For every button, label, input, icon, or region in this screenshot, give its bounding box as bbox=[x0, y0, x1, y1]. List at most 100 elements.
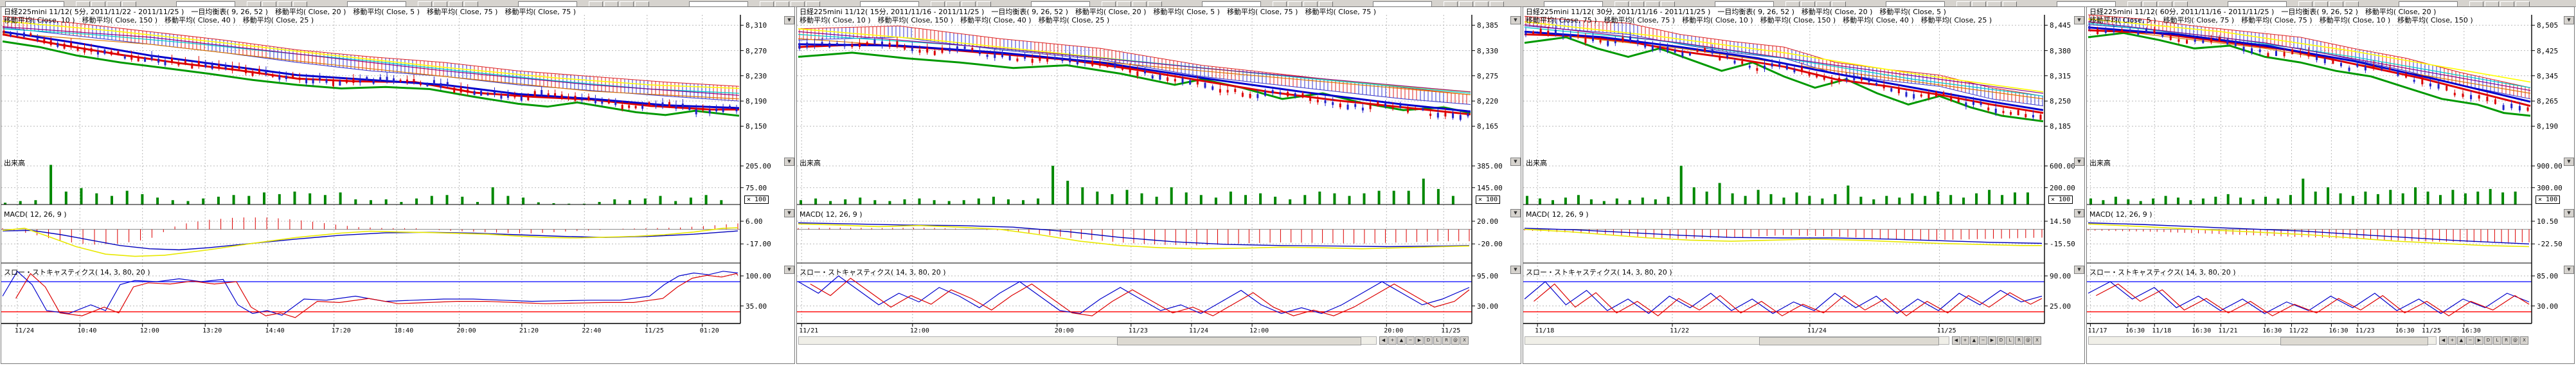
ma-purple-line bbox=[798, 32, 1471, 92]
volume-axis-label: 385.00 bbox=[1477, 162, 1503, 170]
chart-tool-button[interactable]: X bbox=[2033, 336, 2041, 345]
chart-tool-button[interactable]: X bbox=[2520, 336, 2528, 345]
chart-tool-button[interactable]: ▲ bbox=[2457, 336, 2465, 345]
chart-tool-button[interactable]: ▲ bbox=[1970, 336, 1978, 345]
chart-tool-button[interactable]: − bbox=[2466, 336, 2474, 345]
chart-tool-button[interactable]: ▲ bbox=[1397, 336, 1406, 345]
section-collapse-button[interactable]: ▼ bbox=[2074, 16, 2084, 24]
time-axis-label: 14:40 bbox=[265, 327, 285, 334]
chart-tool-button[interactable]: R bbox=[1442, 336, 1451, 345]
chart-tool-button[interactable]: ◀ bbox=[1379, 336, 1388, 345]
time-axis-label: 12:00 bbox=[140, 327, 159, 334]
candle-wicks-down bbox=[2089, 23, 2519, 113]
section-collapse-button[interactable]: ▼ bbox=[1510, 209, 1521, 217]
chart-tool-button[interactable]: @ bbox=[2024, 336, 2032, 345]
section-collapse-button[interactable]: ▼ bbox=[784, 16, 794, 24]
volume-label: 出来高 bbox=[1526, 158, 1547, 168]
time-axis-label: 16:30 bbox=[2329, 327, 2348, 334]
time-axis-label: 11/23 bbox=[2356, 327, 2375, 334]
candle-bodies-down bbox=[800, 40, 1468, 120]
section-collapse-button[interactable]: ▼ bbox=[2564, 158, 2574, 166]
volume-label: 出来高 bbox=[4, 158, 25, 168]
scrollbar-thumb[interactable] bbox=[1759, 337, 1939, 345]
time-axis-label: 16:30 bbox=[2125, 327, 2145, 334]
chart-tool-button[interactable]: R bbox=[2015, 336, 2023, 345]
price-axis-label: 8,345 bbox=[2537, 72, 2558, 80]
section-collapse-button[interactable]: ▼ bbox=[2074, 209, 2084, 217]
section-collapse-button[interactable]: ▼ bbox=[1510, 16, 1521, 24]
stoch-label: スロー・ストキャスティクス( 14, 3, 80, 20 ) bbox=[1526, 267, 1672, 277]
panel-title: 日経225mini 11/12( 60分, 2011/11/16 - 2011/… bbox=[2089, 8, 2529, 16]
macd-label: MACD( 12, 26, 9 ) bbox=[1526, 210, 1589, 219]
volume-axis-label: 75.00 bbox=[746, 184, 767, 192]
chart-tool-button[interactable]: ▶ bbox=[2475, 336, 2483, 345]
macd-axis-label: -22.50 bbox=[2537, 240, 2563, 248]
chart-tool-button[interactable]: D bbox=[2484, 336, 2492, 345]
macd-axis-label: -20.00 bbox=[1477, 240, 1503, 248]
volume-axis-label: 300.00 bbox=[2537, 184, 2563, 192]
chart-tool-button[interactable]: + bbox=[1388, 336, 1397, 345]
ma-yellow-line bbox=[3, 21, 739, 89]
panel-title: 日経225mini 11/12( 5分, 2011/11/22 - 2011/1… bbox=[4, 8, 738, 16]
time-axis-label: 20:00 bbox=[457, 327, 476, 334]
chart-tool-button[interactable]: ▶ bbox=[1988, 336, 1996, 345]
macd-label: MACD( 12, 26, 9 ) bbox=[2089, 210, 2152, 219]
chart-tool-button[interactable]: @ bbox=[1451, 336, 1460, 345]
chart-tool-button[interactable]: L bbox=[1433, 336, 1442, 345]
time-axis-label: 12:00 bbox=[910, 327, 929, 334]
chart-horizontal-scrollbar[interactable] bbox=[798, 336, 1377, 345]
volume-axis-label: 145.00 bbox=[1477, 184, 1503, 192]
section-collapse-button[interactable]: ▼ bbox=[1510, 266, 1521, 274]
section-collapse-button[interactable]: ▼ bbox=[2564, 16, 2574, 24]
chart-tool-button[interactable]: ◀ bbox=[2439, 336, 2447, 345]
chart-tool-button[interactable]: D bbox=[1424, 336, 1433, 345]
stoch-d-line bbox=[810, 278, 1469, 316]
time-axis-label: 16:30 bbox=[2395, 327, 2415, 334]
scrollbar-thumb[interactable] bbox=[1117, 337, 1361, 345]
section-collapse-button[interactable]: ▼ bbox=[784, 266, 794, 274]
time-axis-label: 17:20 bbox=[332, 327, 351, 334]
chart-tool-button[interactable]: R bbox=[2502, 336, 2510, 345]
section-collapse-button[interactable]: ▼ bbox=[2564, 209, 2574, 217]
macd-line bbox=[3, 228, 738, 257]
chart-tool-button[interactable]: ▶ bbox=[1415, 336, 1424, 345]
chart-tool-button[interactable]: X bbox=[1460, 336, 1469, 345]
panel-indicator-list: 移動平均( Close, 10 ) 移動平均( Close, 150 ) 移動平… bbox=[800, 16, 1469, 24]
scrollbar-thumb[interactable] bbox=[2280, 337, 2428, 345]
price-axis-label: 8,445 bbox=[2050, 21, 2071, 30]
chart-tool-button[interactable]: D bbox=[1997, 336, 2005, 345]
price-axis-label: 8,165 bbox=[1477, 122, 1498, 131]
chart-tool-button[interactable]: − bbox=[1406, 336, 1415, 345]
section-collapse-button[interactable]: ▼ bbox=[2074, 266, 2084, 274]
time-axis-label: 11/25 bbox=[2422, 327, 2441, 334]
volume-axis-label: 205.00 bbox=[746, 162, 771, 170]
chart-tool-button[interactable]: @ bbox=[2511, 336, 2519, 345]
chart-tool-button[interactable]: ◀ bbox=[1952, 336, 1960, 345]
stoch-label: スロー・ストキャスティクス( 14, 3, 80, 20 ) bbox=[800, 267, 946, 277]
section-collapse-button[interactable]: ▼ bbox=[784, 158, 794, 166]
chart-tool-button[interactable]: − bbox=[1979, 336, 1987, 345]
panel-indicator-list: 移動平均( Close, 5 ) 移動平均( Close, 75 ) 移動平均(… bbox=[2089, 16, 2529, 24]
time-axis-label: 16:30 bbox=[2262, 327, 2282, 334]
chart-horizontal-scrollbar[interactable] bbox=[1525, 336, 1949, 345]
section-collapse-button[interactable]: ▼ bbox=[784, 209, 794, 217]
price-axis-label: 8,190 bbox=[2537, 122, 2558, 131]
section-collapse-button[interactable]: ▼ bbox=[1510, 158, 1521, 166]
section-collapse-button[interactable]: ▼ bbox=[2074, 158, 2084, 166]
panel-title: 日経225mini 11/12( 15分, 2011/11/16 - 2011/… bbox=[800, 8, 1469, 16]
section-collapse-button[interactable]: ▼ bbox=[2564, 266, 2574, 274]
price-axis-label: 8,230 bbox=[746, 72, 767, 80]
ma-yellow-line bbox=[798, 29, 1471, 92]
ma-blue-line bbox=[3, 32, 739, 108]
chart-tool-button[interactable]: L bbox=[2006, 336, 2014, 345]
chart-horizontal-scrollbar[interactable] bbox=[2088, 336, 2437, 345]
chart-tool-button[interactable]: L bbox=[2493, 336, 2501, 345]
panel-indicator-list: 移動平均( Close, 10 ) 移動平均( Close, 150 ) 移動平… bbox=[4, 16, 738, 24]
price-axis-label: 8,315 bbox=[2050, 72, 2071, 80]
price-axis-label: 8,190 bbox=[746, 97, 767, 105]
chart-panel-5min: 日経225mini 11/12( 5分, 2011/11/22 - 2011/1… bbox=[1, 6, 795, 364]
chart-tool-button[interactable]: + bbox=[2448, 336, 2456, 345]
volume-bars bbox=[1527, 166, 2028, 205]
chart-tool-button[interactable]: + bbox=[1961, 336, 1969, 345]
macd-axis-label: -17.00 bbox=[746, 240, 771, 248]
